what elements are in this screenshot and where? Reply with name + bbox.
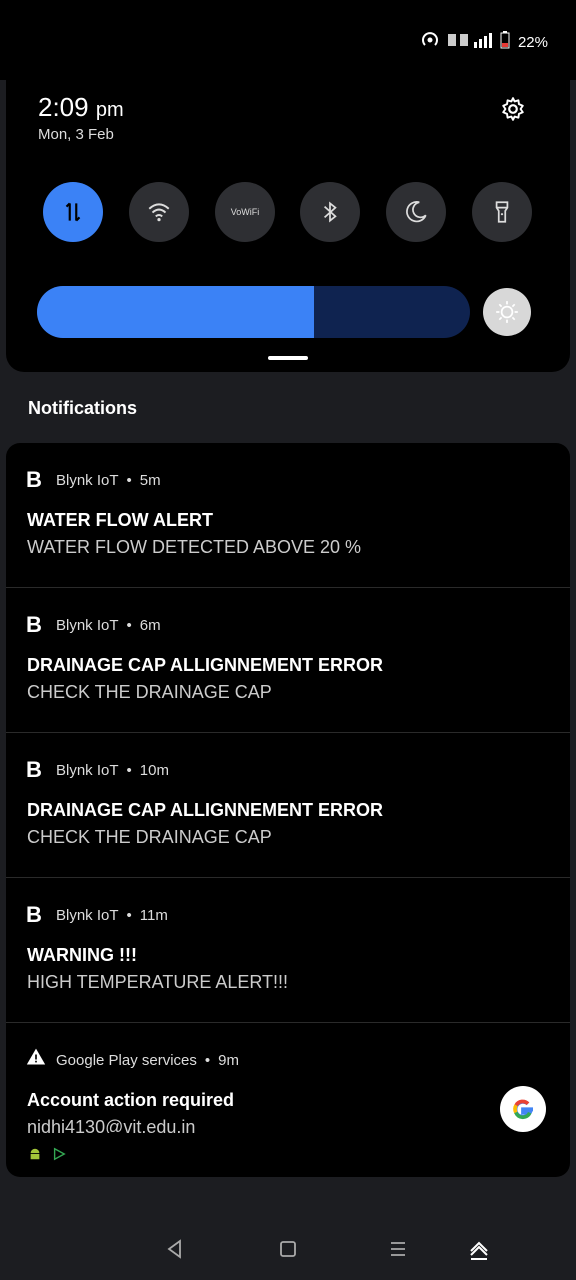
back-button[interactable]	[160, 1234, 190, 1264]
auto-brightness-icon	[496, 301, 518, 323]
notification-message: HIGH TEMPERATURE ALERT!!!	[27, 972, 289, 992]
settings-icon[interactable]	[500, 96, 526, 122]
blynk-logo: B	[26, 612, 42, 637]
wifi-toggle[interactable]	[129, 182, 189, 242]
notifications-card: B Blynk IoT • 5m WATER FLOW ALERT WATER FLO…	[6, 443, 570, 1177]
blynk-logo: B	[26, 902, 42, 927]
flashlight-icon	[495, 201, 509, 223]
notification-time: 11m	[139, 906, 168, 924]
dark-mode-toggle[interactable]	[386, 182, 446, 242]
data-toggle-icon	[65, 202, 81, 222]
notification-title: WATER FLOW ALERT	[27, 510, 213, 530]
battery-percent: 22%	[517, 33, 548, 51]
vowifi-toggle[interactable]: VoWiFi	[215, 182, 275, 242]
moon-icon	[406, 201, 427, 223]
notification-title: Account action required	[27, 1090, 235, 1110]
notification-message: CHECK THE DRAINAGE CAP	[27, 827, 272, 847]
notification-title: WARNING !!!	[27, 945, 137, 965]
recents-icon	[391, 1242, 405, 1256]
blynk-logo: B	[26, 467, 42, 492]
notification-title: DRAINAGE CAP ALLIGNNEMENT ERROR	[27, 800, 384, 820]
notification-time: 10m	[139, 761, 169, 779]
warning-icon	[26, 1047, 48, 1073]
notification-message: CHECK THE DRAINAGE CAP	[27, 682, 272, 702]
back-icon	[167, 1239, 181, 1259]
notifications-header: Notifications	[28, 398, 138, 418]
panel-drag-handle[interactable]	[268, 356, 308, 360]
app-name: Blynk IoT	[56, 471, 119, 489]
google-icon	[513, 1099, 533, 1120]
blynk-logo: B	[26, 757, 42, 782]
recents-button[interactable]	[383, 1234, 413, 1264]
brightness-fill	[37, 286, 315, 338]
wifi-icon	[148, 203, 170, 222]
clock[interactable]: 2:09 pm	[38, 92, 124, 123]
battery-icon	[500, 31, 510, 53]
quick-settings-panel: 2:09 pm Mon, 3 Feb VoWiFi	[6, 80, 570, 372]
notification-item[interactable]: B Blynk IoT • 10m DRAINAGE CAP ALLIGNNEMENT…	[6, 733, 570, 878]
bluetooth-icon	[324, 201, 337, 223]
app-name: Blynk IoT	[56, 906, 119, 924]
app-name: Blynk IoT	[56, 761, 119, 779]
notification-time: 5m	[139, 471, 161, 489]
clock-time: 2:09	[38, 92, 89, 122]
notification-time: 6m	[139, 616, 161, 634]
home-icon	[280, 1241, 296, 1257]
play-icon	[52, 1147, 66, 1166]
notification-item[interactable]: B Blynk IoT • 11m WARNING !!! HIGH TEMPERAT…	[6, 878, 570, 1023]
notification-item[interactable]: Google Play services • 9m Account action r…	[6, 1023, 570, 1133]
brightness-slider[interactable]	[37, 286, 470, 338]
notification-message: nidhi4130@vit.edu.in	[27, 1117, 196, 1133]
status-bar: 22%	[0, 0, 576, 80]
date[interactable]: Mon, 3 Feb	[38, 126, 114, 143]
notification-message: WATER FLOW DETECTED ABOVE 20 %	[27, 537, 362, 557]
navigation-bar	[0, 1222, 576, 1280]
app-name: Blynk IoT	[56, 616, 119, 634]
android-icon	[28, 1147, 42, 1166]
hide-navbar-button[interactable]	[464, 1234, 494, 1264]
bluetooth-toggle[interactable]	[300, 182, 360, 242]
home-button[interactable]	[273, 1234, 303, 1264]
vowifi-label: VoWiFi	[230, 207, 260, 217]
signal-icon	[447, 32, 492, 52]
clock-ampm: pm	[95, 99, 124, 121]
app-name: Google Play services	[56, 1051, 197, 1069]
notification-time: 9m	[218, 1051, 240, 1069]
flashlight-toggle[interactable]	[472, 182, 532, 242]
notification-item[interactable]: B Blynk IoT • 6m DRAINAGE CAP ALLIGNNEMENT …	[6, 588, 570, 733]
hide-nav-icon	[470, 1241, 488, 1260]
mobile-data-toggle[interactable]	[43, 182, 103, 242]
auto-brightness-button[interactable]	[483, 288, 531, 336]
notification-title: DRAINAGE CAP ALLIGNNEMENT ERROR	[27, 655, 384, 675]
google-account-button[interactable]	[500, 1086, 546, 1132]
notification-item[interactable]: B Blynk IoT • 5m WATER FLOW ALERT WATER FLO…	[6, 443, 570, 588]
hotspot-icon	[420, 30, 440, 54]
